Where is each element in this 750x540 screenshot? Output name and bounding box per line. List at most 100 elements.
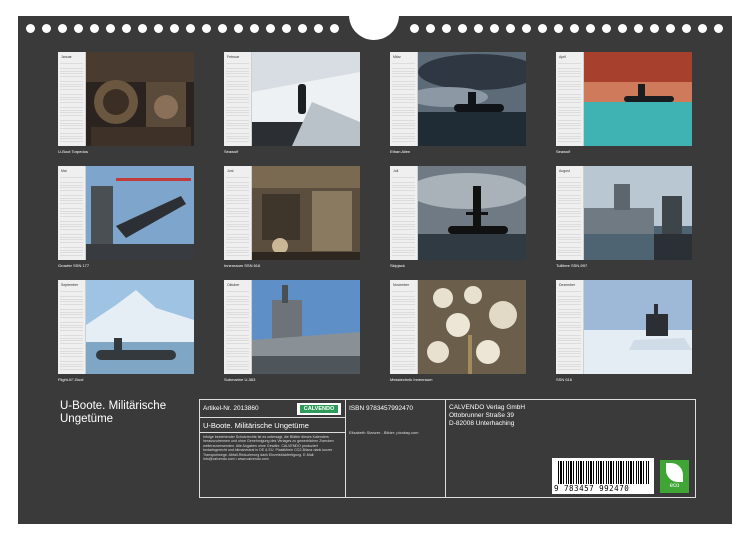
binding-hole: [538, 24, 547, 33]
binding-hole: [570, 24, 579, 33]
calvendo-logo: CALVENDO: [297, 403, 341, 415]
calendar-grid: März: [390, 52, 418, 146]
photo-caption: Growler SSN 177: [58, 263, 90, 268]
calendar-grid: September: [58, 280, 86, 374]
binding-hole: [282, 24, 291, 33]
binding-hole: [202, 24, 211, 33]
binding-hole: [330, 24, 339, 33]
publisher-city: D-82008 Unterhaching: [449, 420, 515, 427]
barcode-number: 9 783457 992470: [554, 484, 630, 493]
month-name: Juni: [227, 169, 234, 173]
photo-submarine-ice: [584, 280, 692, 374]
binding-hole: [410, 24, 419, 33]
binding-hole: [122, 24, 131, 33]
binding-hole: [42, 24, 51, 33]
calendar-grid: Februar: [224, 52, 252, 146]
photo-skipjack: [418, 166, 526, 260]
photo-tullibee-harbor: [584, 166, 692, 260]
binding-hole: [618, 24, 627, 33]
photo-caption: SSN 616: [556, 377, 573, 382]
binding-hole: [234, 24, 243, 33]
binding-hole: [138, 24, 147, 33]
month-name: September: [61, 283, 79, 287]
month-name: März: [393, 55, 401, 59]
photo-growler-missile: [86, 166, 194, 260]
binding-hole: [522, 24, 531, 33]
author-credit: Elisabeth Stanzer - Bilder: pixabay.com: [349, 430, 419, 435]
calendar-grid: August: [556, 166, 584, 260]
calendar-grid: April: [556, 52, 584, 146]
photo-gauges: [418, 280, 526, 374]
photo-caption: Seawolf: [224, 149, 239, 154]
binding-hole: [58, 24, 67, 33]
leaf-icon: [666, 463, 683, 482]
publisher-name: CALVENDO Verlag GmbH: [449, 404, 526, 411]
binding-hole: [682, 24, 691, 33]
calendar-back-cover: Januar U-Boot Torpedos Februar Seawolf M…: [18, 12, 732, 524]
photo-submarine-red-sky: [584, 52, 692, 146]
binding-hole: [442, 24, 451, 33]
binding-hole: [154, 24, 163, 33]
photo-caption: Tullibee SSN-597: [556, 263, 588, 268]
isbn: ISBN 9783457992470: [349, 405, 413, 412]
photo-caption: Messtechnik Innenraum: [390, 377, 433, 382]
month-name: Mai: [61, 169, 67, 173]
photo-torpedo-room: [86, 52, 194, 146]
binding-hole: [74, 24, 83, 33]
photo-arctic-submarine: [252, 52, 360, 146]
binding-hole: [186, 24, 195, 33]
binding-hole: [666, 24, 675, 33]
binding-hole: [490, 24, 499, 33]
binding-hole: [458, 24, 467, 33]
binding-hole: [650, 24, 659, 33]
photo-u363-deck: [252, 280, 360, 374]
month-name: Februar: [227, 55, 240, 59]
month-name: Dezember: [559, 283, 576, 287]
binding-hole: [554, 24, 563, 33]
photo-caption: Skipjack: [390, 263, 405, 268]
photo-submarine-storm: [418, 52, 526, 146]
binding-hole: [506, 24, 515, 33]
article-number: Artikel-Nr. 2013860: [203, 405, 259, 412]
calendar-grid: Juli: [390, 166, 418, 260]
month-name: November: [393, 283, 410, 287]
month-name: August: [559, 169, 570, 173]
photo-submarine-interior: [252, 166, 360, 260]
photo-caption: Innenraum SSN 616: [224, 263, 261, 268]
binding-hole: [170, 24, 179, 33]
binding-hole: [90, 24, 99, 33]
binding-hole: [266, 24, 275, 33]
photo-caption: Submarine U-363: [224, 377, 256, 382]
isbn-barcode: 9 783457 992470: [552, 458, 654, 494]
eco-badge: eco: [660, 460, 689, 493]
binding-hole: [586, 24, 595, 33]
calendar-grid: Juni: [224, 166, 252, 260]
binding-hole: [298, 24, 307, 33]
month-name: Januar: [61, 55, 72, 59]
binding-hole: [634, 24, 643, 33]
binding-hole: [314, 24, 323, 33]
publication-info-box: Artikel-Nr. 2013860 CALVENDO U-Boote. Mi…: [199, 399, 696, 498]
binding-hole: [602, 24, 611, 33]
binding-hole: [250, 24, 259, 33]
month-name: April: [559, 55, 567, 59]
photo-submarine-mountains: [86, 280, 194, 374]
calendar-grid: Dezember: [556, 280, 584, 374]
photo-caption: Seawolf: [556, 149, 571, 154]
binding-hole: [218, 24, 227, 33]
binding-hole: [474, 24, 483, 33]
binding-hole: [26, 24, 35, 33]
calendar-subtitle: U-Boote. Militärische Ungetüme: [203, 421, 309, 430]
month-name: Juli: [393, 169, 399, 173]
publisher-street: Ottobrunner Straße 39: [449, 412, 515, 419]
binding-hole: [106, 24, 115, 33]
calendar-grid: Januar: [58, 52, 86, 146]
legal-fine-print: Infolge bestehender Schutzrechte ist es …: [203, 435, 334, 462]
calendar-grid: Oktober: [224, 280, 252, 374]
calendar-title: U-Boote. Militärische Ungetüme: [60, 400, 167, 425]
calendar-grid: November: [390, 280, 418, 374]
binding-hole: [426, 24, 435, 33]
photo-caption: U-Boot Torpedos: [58, 149, 88, 154]
photo-caption: Ethan Allen: [390, 149, 411, 154]
photo-caption: Flight-III"-Boot: [58, 377, 84, 382]
